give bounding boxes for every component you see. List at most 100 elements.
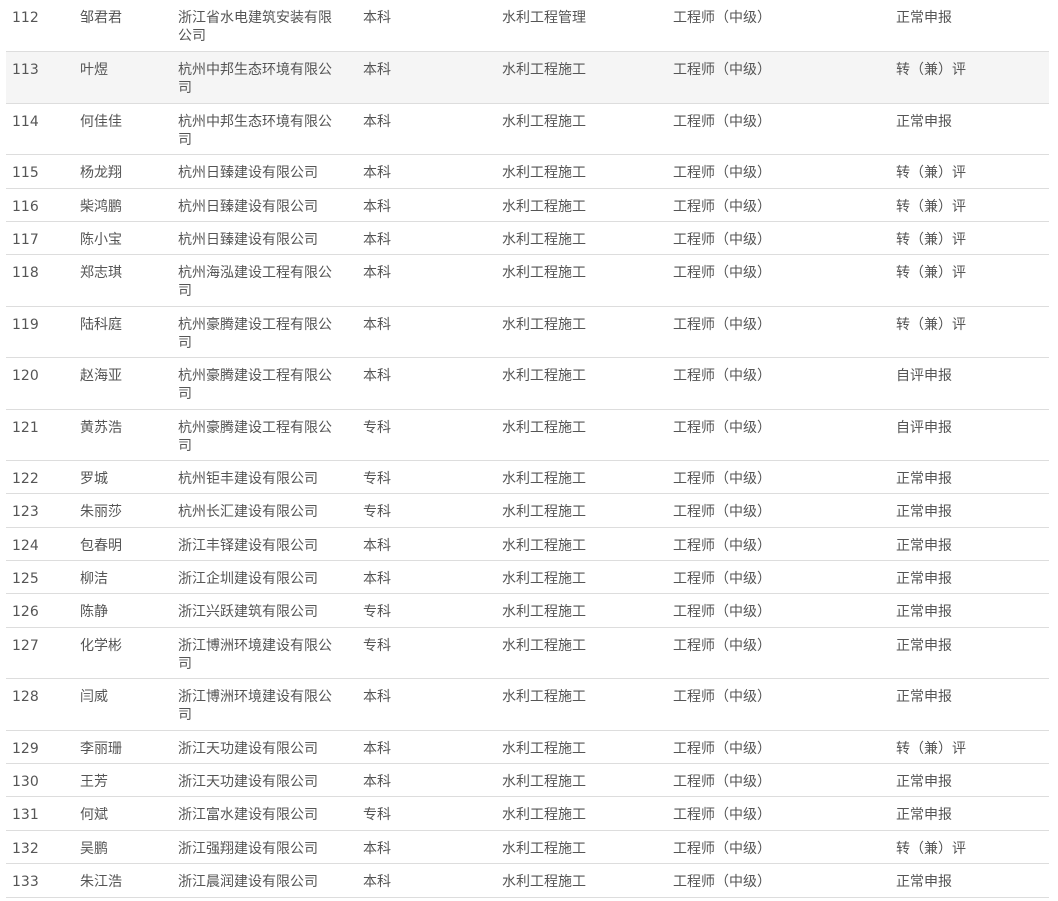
applicant-name: 柴鸿鹏 (80, 198, 122, 215)
company-name: 杭州日臻建设有限公司 (178, 165, 318, 182)
education-level: 本科 (363, 113, 391, 130)
table-row: 124 包春明 浙江丰铎建设有限公司 本科 水利工程施工 工程师（中级） 正常申报 (6, 526, 1049, 560)
row-number: 117 (12, 231, 39, 248)
education-level: 本科 (363, 265, 391, 282)
table-row: 114 何佳佳 杭州中邦生态环境有限公司 本科 水利工程施工 工程师（中级） 正常申报 (6, 102, 1049, 154)
table-row: 122 罗城 杭州钜丰建设有限公司 专科 水利工程施工 工程师（中级） 正常申报 (6, 459, 1049, 493)
table-row: 116 柴鸿鹏 杭州日臻建设有限公司 本科 水利工程施工 工程师（中级） 转（兼）评 (6, 187, 1049, 221)
row-number: 116 (12, 198, 39, 215)
company-name: 杭州海泓建设工程有限公司 (178, 265, 332, 300)
education-level: 本科 (363, 874, 391, 891)
education-level: 本科 (363, 316, 391, 333)
professional-title: 工程师（中级） (673, 165, 771, 182)
education-level: 专科 (363, 470, 391, 487)
applicant-name: 王芳 (80, 774, 108, 791)
table-row: 129 李丽珊 浙江天功建设有限公司 本科 水利工程施工 工程师（中级） 转（兼）评 (6, 729, 1049, 763)
table-row: 133 朱江浩 浙江晨润建设有限公司 本科 水利工程施工 工程师（中级） 正常申报 (6, 863, 1049, 896)
application-type: 正常申报 (896, 571, 952, 588)
application-type: 正常申报 (896, 874, 952, 891)
application-type: 正常申报 (896, 637, 952, 654)
major-specialty: 水利工程施工 (502, 840, 586, 857)
major-specialty: 水利工程施工 (502, 62, 586, 79)
company-name: 浙江博洲环境建设有限公司 (178, 689, 332, 724)
major-specialty: 水利工程施工 (502, 637, 586, 654)
company-name: 杭州中邦生态环境有限公司 (178, 113, 332, 148)
table-row: 115 杨龙翔 杭州日臻建设有限公司 本科 水利工程施工 工程师（中级） 转（兼）评 (6, 154, 1049, 187)
applicant-name: 包春明 (80, 537, 122, 554)
applicant-name: 叶煜 (80, 62, 108, 79)
row-number: 127 (12, 637, 39, 654)
row-number: 128 (12, 689, 39, 706)
company-name: 杭州豪腾建设工程有限公司 (178, 419, 332, 454)
application-type: 转（兼）评 (896, 198, 966, 215)
education-level: 本科 (363, 231, 391, 248)
professional-title: 工程师（中级） (673, 470, 771, 487)
company-name: 杭州钜丰建设有限公司 (178, 470, 318, 487)
major-specialty: 水利工程施工 (502, 165, 586, 182)
application-type: 正常申报 (896, 10, 952, 26)
company-name: 浙江天功建设有限公司 (178, 740, 318, 757)
professional-title: 工程师（中级） (673, 571, 771, 588)
table-row: 120 赵海亚 杭州豪腾建设工程有限公司 本科 水利工程施工 工程师（中级） 自评申报 (6, 357, 1049, 408)
applicant-name: 赵海亚 (80, 368, 122, 385)
applicant-name: 朱丽莎 (80, 504, 122, 521)
major-specialty: 水利工程施工 (502, 231, 586, 248)
professional-title: 工程师（中级） (673, 265, 771, 282)
education-level: 本科 (363, 689, 391, 706)
table-row: 112 邹君君 浙江省水电建筑安装有限公司 本科 水利工程管理 工程师（中级） 正常申报 (6, 0, 1049, 51)
professional-title: 工程师（中级） (673, 368, 771, 385)
applicant-name: 邹君君 (80, 10, 122, 26)
applicant-name: 化学彬 (80, 637, 122, 654)
application-type: 转（兼）评 (896, 740, 966, 757)
education-level: 专科 (363, 807, 391, 824)
major-specialty: 水利工程施工 (502, 198, 586, 215)
professional-title: 工程师（中级） (673, 231, 771, 248)
education-level: 本科 (363, 198, 391, 215)
table-row: 113 叶煜 杭州中邦生态环境有限公司 本科 水利工程施工 工程师（中级） 转（兼）评 (6, 51, 1049, 103)
major-specialty: 水利工程施工 (502, 470, 586, 487)
applicant-table: 112 邹君君 浙江省水电建筑安装有限公司本科 水利工程管理工程师（中级） 正常申报 11… (6, 0, 1049, 898)
applicant-name: 黄苏浩 (80, 419, 122, 436)
major-specialty: 水利工程施工 (502, 740, 586, 757)
application-type: 转（兼）评 (896, 265, 966, 282)
major-specialty: 水利工程管理 (502, 10, 586, 26)
major-specialty: 水利工程施工 (502, 689, 586, 706)
row-number: 123 (12, 504, 39, 521)
applicant-name: 吴鹏 (80, 840, 108, 857)
table-row: 121 黄苏浩 杭州豪腾建设工程有限公司 专科 水利工程施工 工程师（中级） 自评申报 (6, 408, 1049, 460)
major-specialty: 水利工程施工 (502, 504, 586, 521)
professional-title: 工程师（中级） (673, 537, 771, 554)
table-row: 125 柳洁 浙江企圳建设有限公司 本科 水利工程施工 工程师（中级） 正常申报 (6, 560, 1049, 593)
company-name: 浙江省水电建筑安装有限公司 (178, 10, 332, 44)
professional-title: 工程师（中级） (673, 419, 771, 436)
professional-title: 工程师（中级） (673, 740, 771, 757)
application-type: 转（兼）评 (896, 165, 966, 182)
applicant-name: 何斌 (80, 807, 108, 824)
major-specialty: 水利工程施工 (502, 604, 586, 621)
company-name: 杭州中邦生态环境有限公司 (178, 62, 332, 97)
row-number: 112 (12, 10, 39, 26)
education-level: 本科 (363, 537, 391, 554)
row-number: 121 (12, 419, 39, 436)
company-name: 浙江丰铎建设有限公司 (178, 537, 318, 554)
education-level: 专科 (363, 604, 391, 621)
professional-title: 工程师（中级） (673, 774, 771, 791)
table-row: 127 化学彬 浙江博洲环境建设有限公司 专科 水利工程施工 工程师（中级） 正常申报 (6, 626, 1049, 678)
applicant-name: 闫威 (80, 689, 108, 706)
row-number: 114 (12, 113, 39, 130)
application-type: 正常申报 (896, 604, 952, 621)
applicant-name: 朱江浩 (80, 874, 122, 891)
education-level: 本科 (363, 62, 391, 79)
application-type: 正常申报 (896, 537, 952, 554)
table-row: 118 郑志琪 杭州海泓建设工程有限公司 本科 水利工程施工 工程师（中级） 转（兼）评 (6, 254, 1049, 305)
row-number: 125 (12, 571, 39, 588)
application-type: 正常申报 (896, 113, 952, 130)
major-specialty: 水利工程施工 (502, 537, 586, 554)
professional-title: 工程师（中级） (673, 316, 771, 333)
row-number: 124 (12, 537, 39, 554)
professional-title: 工程师（中级） (673, 689, 771, 706)
major-specialty: 水利工程施工 (502, 368, 586, 385)
row-number: 120 (12, 368, 39, 385)
company-name: 浙江强翔建设有限公司 (178, 840, 318, 857)
education-level: 专科 (363, 504, 391, 521)
